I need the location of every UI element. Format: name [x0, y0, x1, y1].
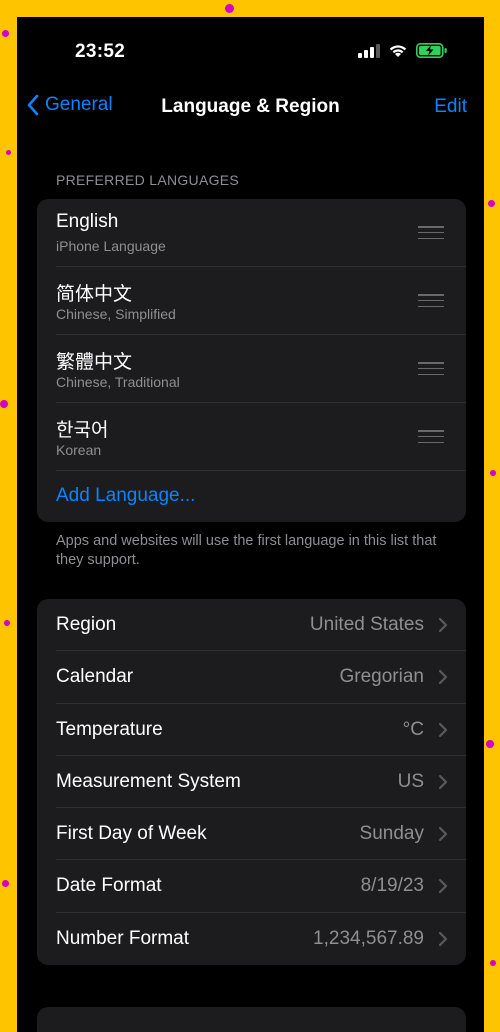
- setting-label: Number Format: [56, 927, 190, 949]
- reorder-handle-icon[interactable]: [418, 430, 444, 444]
- edit-button[interactable]: Edit: [434, 96, 467, 118]
- page-title: Language & Region: [161, 96, 340, 117]
- settings-row-first-day-of-week[interactable]: First Day of Week Sunday: [37, 808, 466, 861]
- language-name: 繁體中文: [56, 352, 133, 373]
- setting-label: Temperature: [56, 718, 163, 740]
- language-name: English: [56, 211, 119, 232]
- preferred-languages-header: PREFERRED LANGUAGES: [56, 172, 240, 188]
- phone-screen: 23:52 General Language & Region Edit PRE…: [17, 17, 484, 1032]
- settings-row-measurement-system[interactable]: Measurement System US: [37, 756, 466, 809]
- setting-label: Calendar: [56, 666, 134, 688]
- chevron-right-icon: [438, 827, 448, 842]
- setting-value: 8/19/23: [360, 875, 424, 897]
- setting-label: First Day of Week: [56, 823, 207, 845]
- status-icons: [358, 43, 448, 58]
- setting-value: Gregorian: [339, 666, 425, 688]
- reorder-handle-icon[interactable]: [418, 294, 444, 308]
- settings-row-number-format[interactable]: Number Format 1,234,567.89: [37, 913, 466, 965]
- language-subtitle: Chinese, Traditional: [56, 374, 180, 390]
- chevron-right-icon: [438, 931, 448, 946]
- add-language-button[interactable]: Add Language...: [56, 485, 195, 507]
- language-subtitle: Korean: [56, 442, 102, 458]
- settings-row-date-format[interactable]: Date Format 8/19/23: [37, 860, 466, 914]
- cellular-signal-icon: [358, 43, 380, 58]
- chevron-right-icon: [438, 617, 448, 633]
- next-settings-group: [37, 1007, 466, 1032]
- language-name: 한국어: [56, 420, 109, 441]
- reorder-handle-icon[interactable]: [418, 362, 444, 376]
- language-row-chinese-traditional[interactable]: 繁體中文 Chinese, Traditional: [37, 335, 466, 403]
- settings-row-calendar[interactable]: Calendar Gregorian: [37, 651, 466, 704]
- setting-value: °C: [402, 718, 424, 740]
- region-settings-list: Region United States Calendar Gregorian …: [37, 599, 466, 965]
- language-row-english[interactable]: English iPhone Language: [37, 199, 466, 267]
- chevron-right-icon: [438, 774, 448, 789]
- settings-row-temperature[interactable]: Temperature °C: [37, 704, 466, 757]
- wifi-icon: [389, 45, 407, 57]
- setting-value: US: [397, 770, 424, 792]
- languages-footnote: Apps and websites will use the first lan…: [56, 533, 437, 568]
- status-time: 23:52: [75, 41, 126, 62]
- language-subtitle: Chinese, Simplified: [56, 306, 176, 322]
- setting-value: Sunday: [359, 823, 424, 845]
- setting-label: Region: [56, 614, 117, 635]
- setting-label: Measurement System: [56, 770, 241, 792]
- language-name: 简体中文: [56, 284, 133, 305]
- setting-value: 1,234,567.89: [313, 927, 424, 949]
- language-row-korean[interactable]: 한국어 Korean: [37, 403, 466, 471]
- navigation-bar: General Language & Region Edit: [17, 87, 484, 129]
- chevron-right-icon: [438, 879, 448, 894]
- language-row-chinese-simplified[interactable]: 简体中文 Chinese, Simplified: [37, 267, 466, 335]
- chevron-right-icon: [438, 722, 448, 737]
- setting-value: United States: [309, 614, 424, 635]
- preferred-languages-list: English iPhone Language 简体中文 Chinese, Si…: [37, 199, 466, 522]
- battery-charging-icon: [416, 43, 447, 58]
- status-bar: 23:52: [17, 17, 484, 87]
- settings-row-region[interactable]: Region United States: [37, 599, 466, 652]
- setting-label: Date Format: [56, 875, 162, 897]
- chevron-right-icon: [438, 670, 448, 685]
- reorder-handle-icon[interactable]: [418, 226, 444, 240]
- language-subtitle: iPhone Language: [56, 238, 166, 254]
